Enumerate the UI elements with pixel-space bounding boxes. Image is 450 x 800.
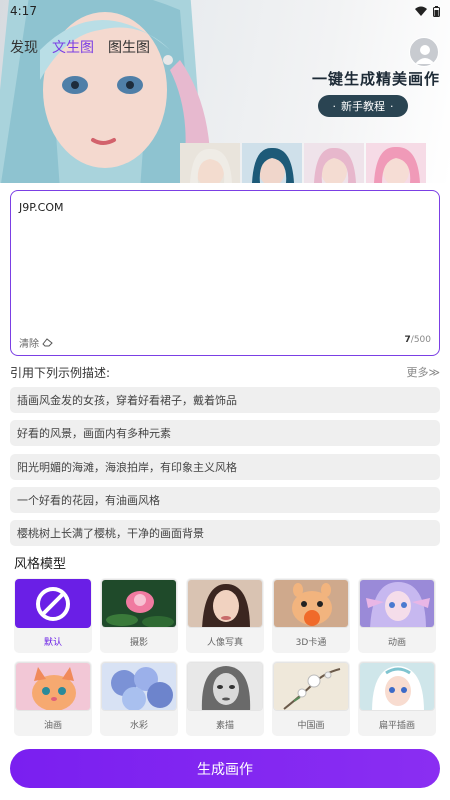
style-card-anime[interactable]: 动画 — [358, 578, 436, 653]
banner[interactable]: 4:17 发现 文生图 图生图 一键生成精美画作 · 新手教程 · — [0, 0, 450, 183]
style-card-oil-painting[interactable]: 油画 — [14, 661, 92, 736]
example-item[interactable]: 好看的风景，画面内有多种元素 — [10, 420, 440, 446]
example-item[interactable]: 樱桃树上长满了樱桃，干净的画面背景 — [10, 520, 440, 546]
style-model-heading: 风格模型 — [14, 557, 67, 572]
promo-title: 一键生成精美画作 — [312, 70, 441, 88]
avatar[interactable] — [409, 37, 439, 67]
more-examples-link[interactable]: 更多≫ — [406, 364, 440, 381]
eraser-icon — [42, 338, 53, 347]
tab-image-to-image[interactable]: 图生图 — [108, 37, 150, 57]
examples-heading: 引用下列示例描述: — [10, 366, 111, 380]
prompt-textarea[interactable]: J9P.COM 清除 7/500 — [10, 190, 440, 356]
style-card-chinese-painting[interactable]: 中国画 — [272, 661, 350, 736]
style-label: 水彩 — [129, 721, 148, 731]
style-thumb-photography — [101, 579, 177, 628]
promo-dot-left: · — [332, 99, 337, 113]
style-card-default[interactable]: 默认 — [14, 578, 92, 653]
tutorial-button[interactable]: · 新手教程 · — [318, 95, 408, 117]
style-thumb-anime — [359, 579, 435, 628]
char-count-max: /500 — [410, 335, 431, 345]
status-bar: 4:17 — [0, 0, 450, 22]
style-card-sketch[interactable]: 素描 — [186, 661, 264, 736]
style-label: 人像写真 — [206, 638, 243, 648]
example-item[interactable]: 一个好看的花园，有油画风格 — [10, 487, 440, 513]
banner-thumb-1 — [180, 143, 240, 183]
wifi-icon — [415, 6, 427, 16]
style-label: 默认 — [43, 638, 62, 648]
style-thumb-3d-cartoon — [273, 579, 349, 628]
style-label: 扁平插画 — [378, 721, 415, 731]
banner-thumbnails — [180, 143, 426, 183]
battery-icon — [433, 5, 440, 17]
style-card-3d-cartoon[interactable]: 3D卡通 — [272, 578, 350, 653]
style-label: 中国画 — [297, 721, 325, 731]
style-thumb-sketch — [187, 662, 263, 711]
top-tabs: 发现 文生图 图生图 — [10, 37, 150, 57]
style-label: 3D卡通 — [295, 638, 327, 648]
tutorial-button-label: 新手教程 — [341, 100, 385, 113]
style-thumb-portrait — [187, 579, 263, 628]
style-card-flat-illustration[interactable]: 扁平插画 — [358, 661, 436, 736]
char-counter: 7/500 — [405, 335, 431, 345]
tab-discover[interactable]: 发现 — [10, 37, 38, 57]
style-card-watercolor[interactable]: 水彩 — [100, 661, 178, 736]
clear-label: 清除 — [19, 339, 39, 350]
style-card-photography[interactable]: 摄影 — [100, 578, 178, 653]
style-label: 油画 — [43, 721, 62, 731]
style-model-grid: 默认 摄影 人像写真 3D卡通 动画 油画 水彩 素描 中国画 扁平插画 — [14, 578, 440, 736]
app-screen: 4:17 发现 文生图 图生图 一键生成精美画作 · 新手教程 · J9P.CO… — [0, 0, 450, 800]
examples-header: 引用下列示例描述: 更多≫ — [10, 364, 440, 381]
no-style-icon — [36, 586, 70, 621]
banner-thumb-4 — [366, 143, 426, 183]
style-thumb-watercolor — [101, 662, 177, 711]
user-icon — [415, 45, 435, 64]
style-label: 素描 — [215, 721, 234, 731]
banner-thumb-3 — [304, 143, 364, 183]
banner-thumb-2 — [242, 143, 302, 183]
style-card-portrait[interactable]: 人像写真 — [186, 578, 264, 653]
generate-button[interactable]: 生成画作 — [10, 749, 440, 788]
style-label: 摄影 — [129, 638, 148, 648]
style-thumb-oil-painting — [15, 662, 91, 711]
promo-dot-right: · — [390, 99, 394, 113]
style-thumb-default — [15, 579, 91, 628]
clear-button[interactable]: 清除 — [19, 335, 53, 350]
status-time: 4:17 — [10, 4, 37, 18]
style-thumb-chinese-painting — [273, 662, 349, 711]
style-label: 动画 — [387, 638, 406, 648]
style-thumb-flat-illustration — [359, 662, 435, 711]
prompt-text[interactable]: J9P.COM — [19, 201, 431, 214]
status-icons — [415, 5, 440, 17]
example-item[interactable]: 插画风金发的女孩，穿着好看裙子，戴着饰品 — [10, 387, 440, 413]
tab-text-to-image[interactable]: 文生图 — [52, 37, 94, 57]
example-item[interactable]: 阳光明媚的海滩，海浪拍岸，有印象主义风格 — [10, 454, 440, 480]
